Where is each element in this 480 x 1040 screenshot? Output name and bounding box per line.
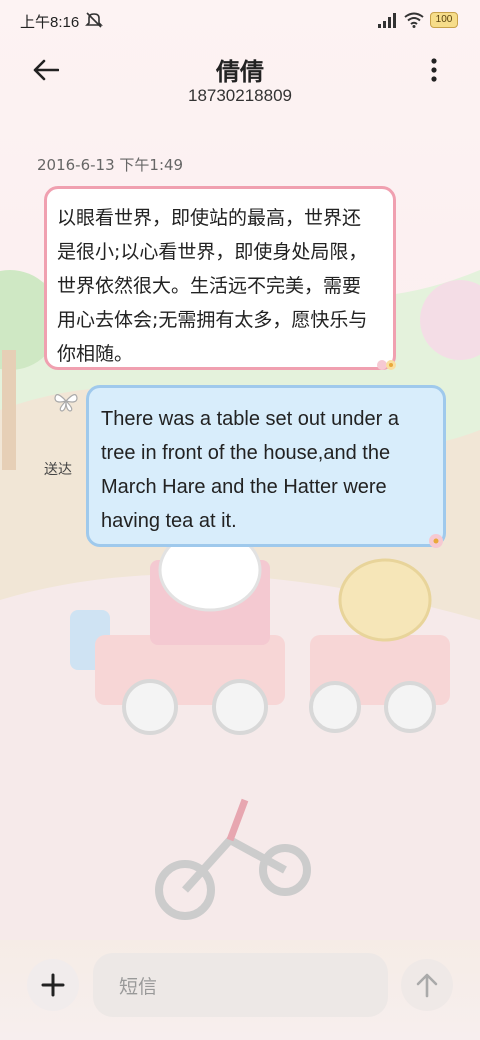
message-line: having tea at it. bbox=[101, 510, 237, 532]
message-line: March Hare and the Hatter were bbox=[101, 476, 387, 498]
incoming-message-bubble[interactable]: 以眼看世界，即使站的最高，世界还 是很小;以心看世界，即使身处局限， 世界依然很… bbox=[44, 186, 396, 370]
message-input-placeholder: 短信 bbox=[119, 975, 158, 998]
mute-icon bbox=[85, 12, 103, 28]
battery-level: 100 bbox=[435, 14, 453, 25]
status-bar: 上午8:16 100 bbox=[0, 0, 480, 40]
butterfly-icon bbox=[54, 394, 78, 412]
send-arrow-icon bbox=[416, 973, 438, 998]
send-button[interactable] bbox=[401, 959, 453, 1011]
message-line: 是很小;以心看世界，即使身处局限， bbox=[57, 241, 368, 263]
message-timestamp: 2016-6-13 下午1:49 bbox=[37, 156, 184, 174]
message-line: There was a table set out under a bbox=[101, 408, 399, 430]
signal-icon bbox=[378, 13, 396, 28]
add-attachment-button[interactable] bbox=[27, 959, 79, 1011]
flower-decoration-icon bbox=[377, 360, 396, 370]
contact-number: 18730218809 bbox=[187, 86, 292, 105]
status-time: 上午8:16 bbox=[20, 14, 80, 31]
message-line: 用心去体会;无需拥有太多，愿快乐与 bbox=[57, 309, 368, 331]
wifi-icon bbox=[404, 12, 424, 28]
outgoing-message-bubble[interactable]: There was a table set out under a tree i… bbox=[86, 385, 446, 547]
more-vertical-icon bbox=[431, 58, 437, 82]
message-line: 以眼看世界，即使站的最高，世界还 bbox=[57, 207, 362, 229]
message-line: 世界依然很大。生活远不完美，需要 bbox=[57, 275, 362, 297]
message-input[interactable]: 短信 bbox=[93, 953, 388, 1017]
message-line: tree in front of the house,and the bbox=[101, 442, 391, 464]
contact-name: 倩倩 bbox=[216, 58, 264, 86]
battery-icon: 100 bbox=[430, 12, 458, 28]
message-line: 你相随。 bbox=[57, 343, 134, 365]
flower-decoration-icon bbox=[429, 534, 443, 548]
delivery-status: 送达 bbox=[44, 462, 72, 478]
more-options-button[interactable] bbox=[416, 52, 452, 88]
plus-icon bbox=[41, 973, 65, 997]
